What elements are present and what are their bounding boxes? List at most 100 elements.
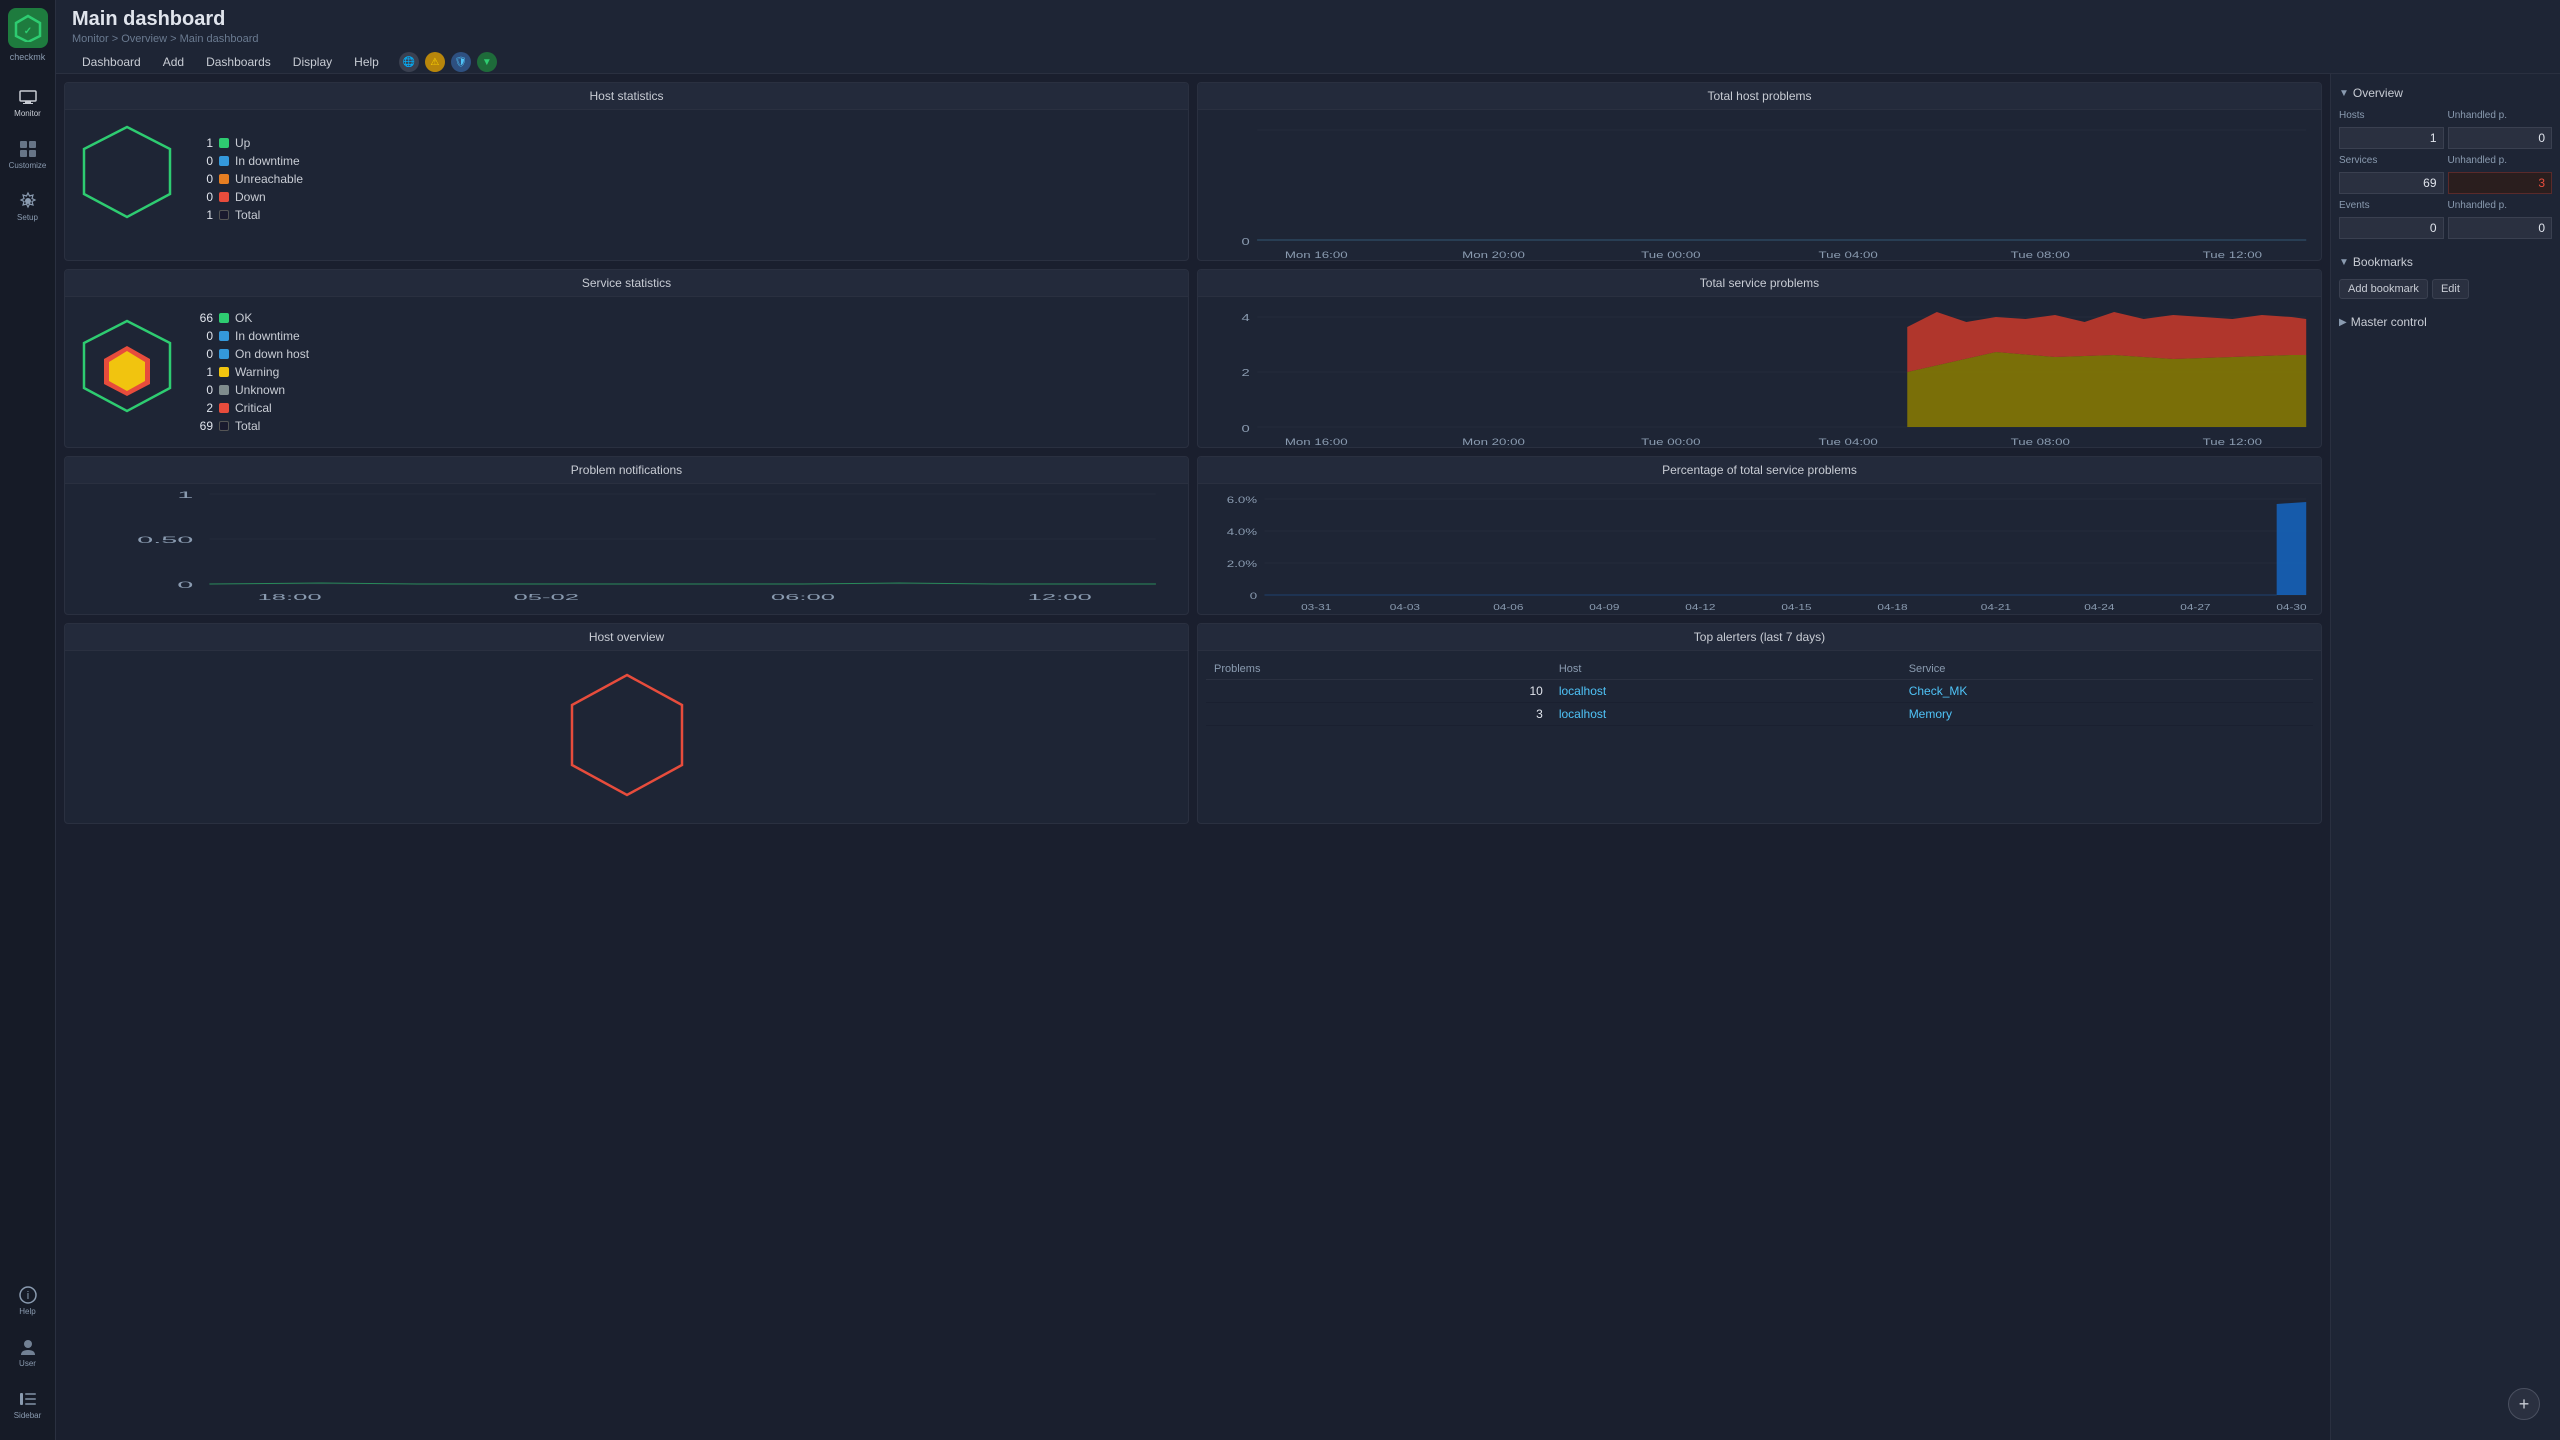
- add-bookmark-button[interactable]: Add bookmark: [2339, 279, 2428, 299]
- stat-up-num: 1: [193, 136, 213, 150]
- alerter-row-2[interactable]: 3 localhost Memory: [1206, 703, 2313, 726]
- alerter-row-1[interactable]: 10 localhost Check_MK: [1206, 680, 2313, 703]
- bookmarks-section-title[interactable]: ▼ Bookmarks: [2339, 251, 2552, 273]
- svg-text:Tue 12:00: Tue 12:00: [2203, 438, 2262, 447]
- stat-ok-dot: [219, 313, 229, 323]
- nav-customize[interactable]: Customize: [4, 130, 52, 178]
- unhandled-p2-label: Unhandled p.: [2448, 153, 2553, 168]
- add-button[interactable]: +: [2508, 1388, 2540, 1420]
- alerter-1-service: Check_MK: [1901, 680, 2313, 703]
- nav-setup[interactable]: Setup: [4, 182, 52, 230]
- stat-down-label: Down: [235, 190, 266, 204]
- stat-total-hosts-label: Total: [235, 208, 260, 222]
- app-name: checkmk: [10, 52, 46, 62]
- top-alerters-panel: Top alerters (last 7 days) Problems Host…: [1197, 623, 2322, 824]
- alerter-2-service: Memory: [1901, 703, 2313, 726]
- svg-text:0: 0: [1242, 423, 1250, 434]
- content-area: Host statistics 1 Up: [56, 74, 2560, 1440]
- stat-on-down-host[interactable]: 0 On down host: [193, 345, 309, 363]
- svg-text:Tue 00:00: Tue 00:00: [1641, 251, 1700, 260]
- dashboard-grid: Host statistics 1 Up: [56, 74, 2330, 1440]
- pct-service-problems-title: Percentage of total service problems: [1198, 457, 2321, 484]
- nav-help[interactable]: Help: [344, 51, 389, 73]
- stat-total-svc[interactable]: 69 Total: [193, 417, 309, 435]
- unhandled-p3-label: Unhandled p.: [2448, 198, 2553, 213]
- nav-monitor[interactable]: Monitor: [4, 78, 52, 126]
- events-value[interactable]: 0: [2339, 217, 2444, 239]
- breadcrumb: Monitor > Overview > Main dashboard: [72, 33, 2544, 45]
- host-overview-body: [65, 651, 1188, 823]
- svg-text:0: 0: [1242, 236, 1250, 247]
- main-content: Main dashboard Monitor > Overview > Main…: [56, 0, 2560, 1440]
- filter-icon[interactable]: ▼: [477, 52, 497, 72]
- page-title: Main dashboard: [72, 8, 2544, 31]
- svg-text:Tue 08:00: Tue 08:00: [2011, 438, 2070, 447]
- globe-icon[interactable]: 🌐: [399, 52, 419, 72]
- stat-svc-downtime-num: 0: [193, 329, 213, 343]
- stat-critical-label: Critical: [235, 401, 272, 415]
- unhandled-p3-value[interactable]: 0: [2448, 217, 2553, 239]
- nav-setup-label: Setup: [17, 213, 38, 222]
- stat-critical[interactable]: 2 Critical: [193, 399, 309, 417]
- stat-downtime-num: 0: [193, 154, 213, 168]
- svg-text:4.0%: 4.0%: [1227, 528, 1257, 538]
- svg-text:0: 0: [177, 580, 193, 590]
- svg-text:Tue 04:00: Tue 04:00: [1818, 251, 1877, 260]
- master-control-title[interactable]: ▶ Master control: [2339, 311, 2552, 333]
- svg-text:18:00: 18:00: [258, 593, 322, 602]
- alerter-1-problems: 10: [1206, 680, 1551, 703]
- overview-title-label: Overview: [2353, 86, 2403, 100]
- unhandled-p1-value[interactable]: 0: [2448, 127, 2553, 149]
- stat-unreachable[interactable]: 0 Unreachable: [193, 170, 303, 188]
- svg-text:2: 2: [1242, 367, 1250, 378]
- stat-total-hosts[interactable]: 1 Total: [193, 206, 303, 224]
- stat-ok[interactable]: 66 OK: [193, 309, 309, 327]
- services-value[interactable]: 69: [2339, 172, 2444, 194]
- stat-warning-dot: [219, 367, 229, 377]
- app-logo[interactable]: ✓: [8, 8, 48, 48]
- nav-display[interactable]: Display: [283, 51, 342, 73]
- nav-user[interactable]: User: [4, 1328, 52, 1376]
- overview-section-title[interactable]: ▼ Overview: [2339, 82, 2552, 104]
- svg-text:2.0%: 2.0%: [1227, 560, 1257, 570]
- nav-add[interactable]: Add: [153, 51, 194, 73]
- total-host-problems-chart: 0 Mon 16:00 Mon 20:00 Tue 00:00 Tue 04:0…: [1198, 110, 2321, 260]
- host-overview-panel: Host overview: [64, 623, 1189, 824]
- top-header: Main dashboard Monitor > Overview > Main…: [56, 0, 2560, 74]
- hosts-value[interactable]: 1: [2339, 127, 2444, 149]
- stat-in-downtime[interactable]: 0 In downtime: [193, 152, 303, 170]
- stat-unreachable-num: 0: [193, 172, 213, 186]
- edit-bookmark-button[interactable]: Edit: [2432, 279, 2469, 299]
- services-label: Services: [2339, 153, 2444, 168]
- nav-sidebar[interactable]: Sidebar: [4, 1380, 52, 1428]
- pct-service-problems-panel: Percentage of total service problems 0 2…: [1197, 456, 2322, 615]
- unhandled-p2-value[interactable]: 3: [2448, 172, 2553, 194]
- svg-text:06:00: 06:00: [771, 593, 835, 602]
- warning-icon[interactable]: ⚠: [425, 52, 445, 72]
- events-label: Events: [2339, 198, 2444, 213]
- total-host-problems-panel: Total host problems 0 Mon 16:00 Mon 20:0…: [1197, 82, 2322, 261]
- nav-help-label: Help: [19, 1307, 35, 1316]
- alerter-2-problems: 3: [1206, 703, 1551, 726]
- stat-up-label: Up: [235, 136, 250, 150]
- stat-total-dot: [219, 210, 229, 220]
- stat-svc-downtime[interactable]: 0 In downtime: [193, 327, 309, 345]
- nav-help[interactable]: i Help: [4, 1276, 52, 1324]
- svg-text:04-09: 04-09: [1589, 604, 1620, 613]
- master-control-chevron-right: ▶: [2339, 317, 2347, 328]
- stat-up[interactable]: 1 Up: [193, 134, 303, 152]
- host-stats-list: 1 Up 0 In downtime 0 Unreachable: [193, 134, 303, 224]
- nav-dashboard[interactable]: Dashboard: [72, 51, 151, 73]
- svg-text:04-30: 04-30: [2276, 604, 2307, 613]
- shield-icon[interactable]: 🛡: [451, 52, 471, 72]
- host-hexagon: [77, 122, 177, 235]
- top-nav: Dashboard Add Dashboards Display Help 🌐 …: [72, 51, 2544, 73]
- stat-warning[interactable]: 1 Warning: [193, 363, 309, 381]
- stat-down[interactable]: 0 Down: [193, 188, 303, 206]
- svg-text:12:00: 12:00: [1028, 593, 1092, 602]
- stat-svc-downtime-dot: [219, 331, 229, 341]
- top-nav-icons: 🌐 ⚠ 🛡 ▼: [399, 52, 497, 72]
- stat-unknown[interactable]: 0 Unknown: [193, 381, 309, 399]
- nav-dashboards[interactable]: Dashboards: [196, 51, 281, 73]
- stat-warning-label: Warning: [235, 365, 279, 379]
